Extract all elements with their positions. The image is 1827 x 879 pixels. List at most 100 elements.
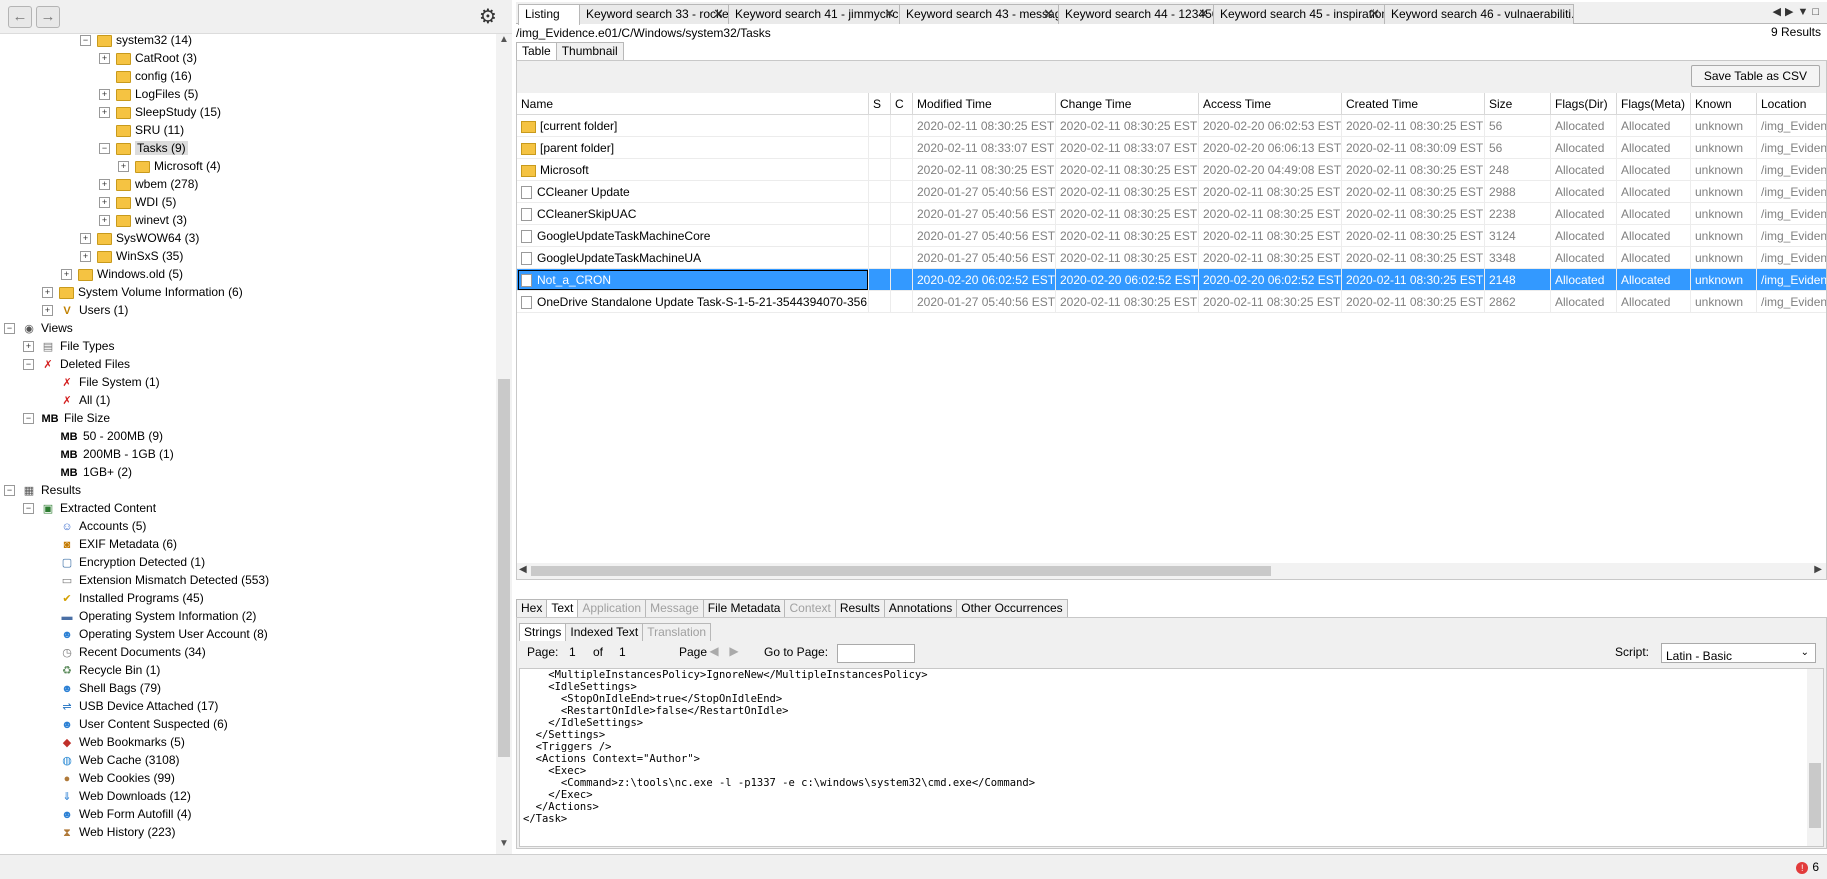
table-row[interactable]: Not_a_CRON 2020-02-20 06:02:52 EST 2020-02… <box>517 269 1826 291</box>
tab-navigation[interactable]: ◀▶▼□ <box>1773 5 1823 18</box>
tree-node[interactable]: − ✗ Deleted Files <box>23 355 130 373</box>
expand-icon[interactable]: + <box>99 197 110 209</box>
close-icon[interactable]: ✕ <box>1369 5 1380 23</box>
column-header[interactable]: Created Time <box>1342 93 1485 115</box>
table-row[interactable]: [parent folder] 2020-02-11 08:33:07 EST 20… <box>517 137 1826 159</box>
tree-node[interactable]: + WDI (5) <box>99 193 176 211</box>
close-icon[interactable]: ✕ <box>884 5 895 23</box>
column-header[interactable]: Access Time <box>1199 93 1342 115</box>
tab-thumbnail[interactable]: Thumbnail <box>555 42 624 60</box>
goto-page-input[interactable] <box>837 644 915 663</box>
tree-node[interactable]: + ▤ File Types <box>23 337 114 355</box>
collapse-icon[interactable]: − <box>80 35 91 47</box>
settings-button[interactable]: ⚙ <box>476 5 500 29</box>
scroll-left-icon[interactable]: ◀ <box>519 564 527 575</box>
tree-node[interactable]: ⇌ USB Device Attached (17) <box>42 697 218 715</box>
column-header[interactable]: Name <box>517 93 869 115</box>
expand-icon[interactable]: + <box>99 53 110 65</box>
tab-keyword-search[interactable]: Keyword search 41 - jimmycircles ✕ <box>728 4 900 24</box>
tree-node[interactable]: − Tasks (9) <box>99 139 188 157</box>
expand-icon[interactable]: + <box>80 251 91 263</box>
collapse-icon[interactable]: − <box>4 485 15 497</box>
column-header[interactable]: C <box>891 93 913 115</box>
table-row[interactable]: OneDrive Standalone Update Task-S-1-5-21… <box>517 291 1826 313</box>
tree-node[interactable]: + System Volume Information (6) <box>42 283 243 301</box>
tree-node[interactable]: − MB File Size <box>23 409 110 427</box>
table-row[interactable]: GoogleUpdateTaskMachineUA 2020-01-27 05:4… <box>517 247 1826 269</box>
tree-node[interactable]: ☻ Web Form Autofill (4) <box>42 805 191 823</box>
extracted-text-area[interactable]: <MultipleInstancesPolicy>IgnoreNew</Mult… <box>519 668 1824 847</box>
tree-node[interactable]: ◆ Web Bookmarks (5) <box>42 733 185 751</box>
tab-strings[interactable]: Strings <box>519 623 567 641</box>
tab-indexed-text[interactable]: Indexed Text <box>565 623 644 641</box>
tree-node[interactable]: ⇓ Web Downloads (12) <box>42 787 191 805</box>
tab-file-metadata[interactable]: File Metadata <box>702 599 786 617</box>
tree-node[interactable]: ☻ Operating System User Account (8) <box>42 625 268 643</box>
table-row[interactable]: CCleaner Update 2020-01-27 05:40:56 EST 20… <box>517 181 1826 203</box>
column-header[interactable]: Location <box>1757 93 1826 115</box>
tab-table[interactable]: Table <box>516 42 557 60</box>
tree-node[interactable]: ♻ Recycle Bin (1) <box>42 661 160 679</box>
tab-other-occurrences[interactable]: Other Occurrences <box>956 599 1068 617</box>
prev-page-icon[interactable]: ◀ <box>705 644 723 662</box>
error-indicator[interactable]: ! 6 <box>1796 860 1819 874</box>
tree-node[interactable]: ▭ Extension Mismatch Detected (553) <box>42 571 269 589</box>
expand-icon[interactable]: + <box>99 179 110 191</box>
table-scroll-thumb[interactable] <box>531 566 1271 576</box>
tree-scroll-thumb[interactable] <box>498 379 510 757</box>
tree-node[interactable]: − ◉ Views <box>4 319 73 337</box>
forward-button[interactable]: → <box>36 6 60 28</box>
expand-icon[interactable]: + <box>42 305 53 317</box>
expand-icon[interactable]: + <box>118 161 129 173</box>
table-horizontal-scrollbar[interactable]: ◀ ▶ <box>517 563 1826 579</box>
column-header[interactable]: Modified Time <box>913 93 1056 115</box>
tree-node[interactable]: + WinSxS (35) <box>80 247 183 265</box>
tree-node[interactable]: MB 1GB+ (2) <box>42 463 132 481</box>
table-row[interactable]: CCleanerSkipUAC 2020-01-27 05:40:56 EST 20… <box>517 203 1826 225</box>
scroll-down-icon[interactable]: ▼ <box>496 838 512 854</box>
tree-node[interactable]: ● Web Cookies (99) <box>42 769 175 787</box>
text-scroll-thumb[interactable] <box>1809 763 1821 828</box>
tab-keyword-search[interactable]: Keyword search 43 - message ✕ <box>899 4 1059 24</box>
tree-scrollbar[interactable]: ▲ ▼ <box>496 34 512 854</box>
tree-node[interactable]: ▢ Encryption Detected (1) <box>42 553 205 571</box>
tree-node[interactable]: ✗ All (1) <box>42 391 110 409</box>
tree-node[interactable]: + SleepStudy (15) <box>99 103 221 121</box>
tree-node[interactable]: ◷ Recent Documents (34) <box>42 643 206 661</box>
tab-keyword-search[interactable]: Keyword search 46 - vulnaerabiliti...... <box>1384 4 1574 24</box>
close-icon[interactable]: ✕ <box>713 5 724 23</box>
tree-node[interactable]: + SysWOW64 (3) <box>80 229 199 247</box>
tree-node[interactable]: − ▦ Results <box>4 481 81 499</box>
column-header[interactable]: Flags(Meta) <box>1617 93 1691 115</box>
expand-icon[interactable]: + <box>23 341 34 353</box>
close-icon[interactable]: ✕ <box>1043 5 1054 23</box>
table-row[interactable]: [current folder] 2020-02-11 08:30:25 EST 2… <box>517 115 1826 137</box>
expand-icon[interactable]: + <box>42 287 53 299</box>
column-header[interactable]: Known <box>1691 93 1757 115</box>
tab-keyword-search[interactable]: Keyword search 44 - 123456 ✕ <box>1058 4 1214 24</box>
tab-hex[interactable]: Hex <box>516 599 548 617</box>
tree-node[interactable]: + wbem (278) <box>99 175 198 193</box>
tree-node[interactable]: ✗ File System (1) <box>42 373 160 391</box>
tree-node[interactable]: SRU (11) <box>99 121 184 139</box>
tree-node[interactable]: ▬ Operating System Information (2) <box>42 607 256 625</box>
tree-node[interactable]: ✔ Installed Programs (45) <box>42 589 204 607</box>
collapse-icon[interactable]: − <box>23 413 34 425</box>
table-row[interactable]: Microsoft 2020-02-11 08:30:25 EST 2020-02-… <box>517 159 1826 181</box>
collapse-icon[interactable]: − <box>23 503 34 515</box>
tree-node[interactable]: ☺ Accounts (5) <box>42 517 146 535</box>
tree-node[interactable]: ☻ User Content Suspected (6) <box>42 715 228 733</box>
expand-icon[interactable]: + <box>99 89 110 101</box>
tree-node[interactable]: − ▣ Extracted Content <box>23 499 156 517</box>
tree-node[interactable]: ◍ Web Cache (3108) <box>42 751 180 769</box>
script-select[interactable]: Latin - Basic ⌄ <box>1661 643 1816 663</box>
tree-node[interactable]: + LogFiles (5) <box>99 85 198 103</box>
tree-node[interactable]: config (16) <box>99 67 192 85</box>
tree-node[interactable]: MB 50 - 200MB (9) <box>42 427 163 445</box>
tab-listing[interactable]: Listing <box>518 4 580 25</box>
tree-node[interactable]: − system32 (14) <box>80 34 192 49</box>
tab-results[interactable]: Results <box>834 599 885 617</box>
close-icon[interactable]: ✕ <box>1198 5 1209 23</box>
collapse-icon[interactable]: − <box>23 359 34 371</box>
tree-node[interactable]: + winevt (3) <box>99 211 187 229</box>
